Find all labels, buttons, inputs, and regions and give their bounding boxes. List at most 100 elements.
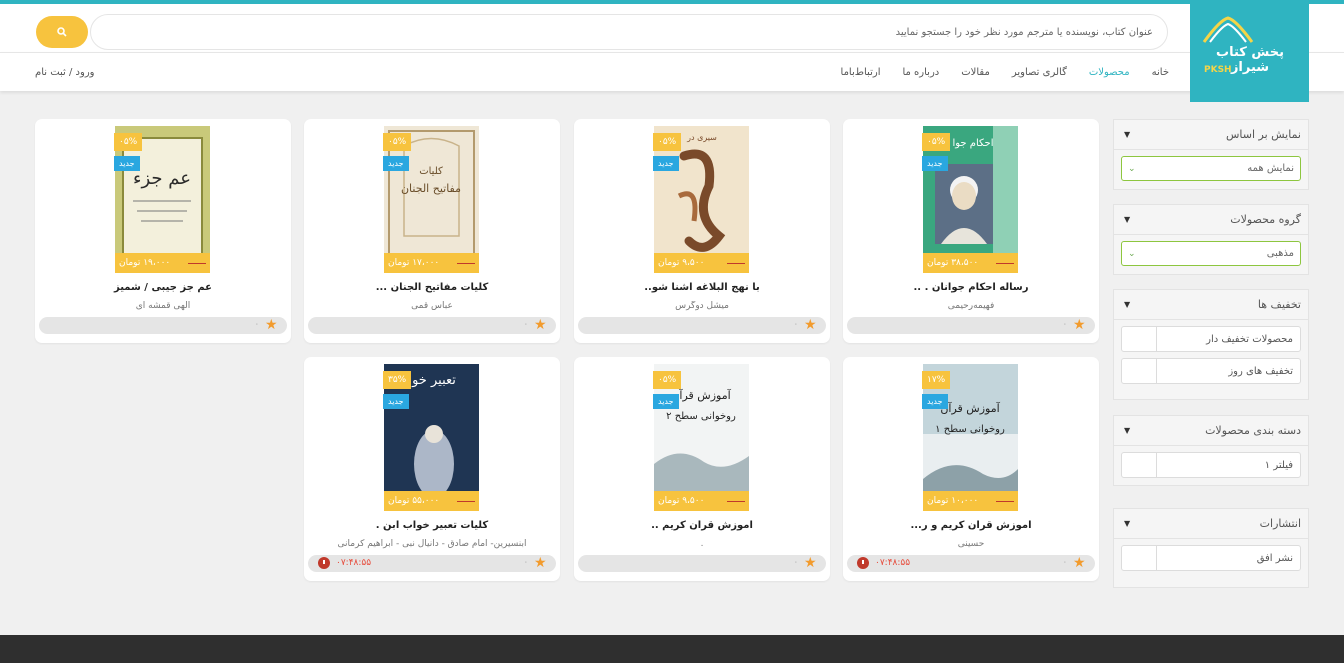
- search-input[interactable]: [153, 15, 1153, 49]
- old-price-strike: ———: [727, 497, 745, 505]
- svg-text:سیری در: سیری در: [686, 133, 717, 142]
- rating-count: ۰: [1063, 320, 1067, 328]
- rating-bar: ★ ۰: [578, 555, 826, 572]
- star-icon[interactable]: ★: [1073, 556, 1086, 570]
- old-price-strike: ———: [457, 497, 475, 505]
- site-logo[interactable]: پخش کتاب شیراز PKSH: [1190, 2, 1309, 102]
- new-badge: جدید: [383, 156, 409, 171]
- price-strip: ۱۷،۰۰۰ تومان ———: [384, 253, 479, 273]
- discount-option-label: محصولات تخفیف دار: [1206, 333, 1293, 345]
- product-price: ۵۵،۰۰۰ تومان: [388, 496, 440, 506]
- product-title[interactable]: آموزش قرآن کریم و ر...: [853, 520, 1089, 531]
- nav-item-products[interactable]: محصولات: [1089, 67, 1130, 78]
- star-icon[interactable]: ★: [534, 556, 547, 570]
- group-select-value: مذهبی: [1266, 248, 1294, 259]
- rating-bar: ★ ۰: [39, 317, 287, 334]
- rating-count: ۰: [524, 558, 528, 566]
- discount-option[interactable]: تخفیف های روز: [1121, 358, 1301, 384]
- search-box: [90, 14, 1168, 50]
- discount-filter-header[interactable]: تخفیف ها ▼: [1114, 290, 1308, 320]
- group-filter: گروه محصولات ▼ مذهبی ⌄: [1113, 204, 1309, 275]
- product-author: فهیمه‌رحیمی: [947, 301, 995, 311]
- rating-count: ۰: [255, 320, 259, 328]
- product-author: میشل دوگرس: [675, 301, 729, 311]
- svg-text:آموزش قرآن: آموزش قرآن: [671, 388, 731, 402]
- publisher-option[interactable]: نشر افق: [1121, 545, 1301, 571]
- product-title[interactable]: کلیات تعبیر خواب ابن .: [314, 520, 550, 531]
- search-button[interactable]: [36, 16, 88, 48]
- book-roof-icon: [1202, 16, 1254, 43]
- old-price-strike: ———: [188, 259, 206, 267]
- category-filter: دسته بندی محصولات ▼ فیلتر ۱: [1113, 415, 1309, 486]
- price-strip: ۹،۵۰۰ تومان ———: [654, 253, 749, 273]
- product-title[interactable]: آموزش قرآن کریم ..: [584, 520, 820, 531]
- product-title[interactable]: عم جز جیبی / شمیز: [45, 282, 281, 293]
- sort-filter-header[interactable]: نمایش بر اساس ▼: [1114, 120, 1308, 150]
- group-select[interactable]: مذهبی ⌄: [1121, 241, 1301, 266]
- chevron-down-icon: ▼: [1124, 300, 1131, 309]
- product-author: ابنسیرین- امام صادق - دانیال نبی - ابراه…: [337, 539, 527, 549]
- price-strip: ۵۵،۰۰۰ تومان ———: [384, 491, 479, 511]
- publisher-filter-header[interactable]: انتشارات ▼: [1114, 509, 1308, 539]
- star-icon[interactable]: ★: [265, 318, 278, 332]
- checkbox[interactable]: [1122, 453, 1157, 477]
- product-title[interactable]: با نهج البلاغه آشنا شو..: [584, 282, 820, 293]
- new-badge: جدید: [922, 394, 948, 409]
- login-register-link[interactable]: ورود / ثبت نام: [35, 67, 95, 78]
- discount-option[interactable]: محصولات تخفیف دار: [1121, 326, 1301, 352]
- chevron-down-icon: ▼: [1124, 519, 1131, 528]
- product-card[interactable]: آموزش قرآن روخوانی سطح ۲ ۰۵% جدید ۹،۵۰۰ …: [574, 357, 830, 581]
- star-icon[interactable]: ★: [1073, 318, 1086, 332]
- nav-item-home[interactable]: خانه: [1152, 67, 1169, 78]
- discount-badge: ۰۵%: [922, 133, 951, 151]
- product-card[interactable]: احکام جوا ۰۵% جدید ۳۸،۵۰۰ تومان ——— رسال…: [843, 119, 1099, 343]
- product-price: ۱۹،۰۰۰ تومان: [119, 258, 171, 268]
- new-badge: جدید: [383, 394, 409, 409]
- product-card[interactable]: عم جزء ۰۵% جدید ۱۹،۰۰۰ تومان ——— عم جز ج…: [35, 119, 291, 343]
- old-price-strike: ———: [727, 259, 745, 267]
- countdown-timer: ۰۷:۴۸:۵۵: [875, 558, 911, 568]
- clock-icon: [318, 557, 330, 569]
- chevron-down-icon: ⌄: [1128, 163, 1136, 174]
- discount-badge: ۰۵%: [383, 133, 412, 151]
- product-author: .: [700, 539, 704, 549]
- product-price: ۹،۵۰۰ تومان: [658, 496, 705, 506]
- checkbox[interactable]: [1122, 546, 1157, 570]
- publisher-option-label: نشر افق: [1256, 552, 1293, 564]
- product-card[interactable]: تعبیر خو ۳۵% جدید ۵۵،۰۰۰ تومان ——— کلیات…: [304, 357, 560, 581]
- product-card[interactable]: آموزش قرآن روخوانی سطح ۱ ۱۷% جدید ۱۰،۰۰۰…: [843, 357, 1099, 581]
- old-price-strike: ———: [996, 497, 1014, 505]
- search-icon: [57, 27, 67, 37]
- product-title[interactable]: رساله احکام جوانان . ..: [853, 282, 1089, 293]
- main-nav: خانه محصولات گالری تصاویر مقالات درباره …: [0, 52, 1344, 91]
- product-author: حسینی: [957, 539, 985, 549]
- star-icon[interactable]: ★: [804, 556, 817, 570]
- checkbox[interactable]: [1122, 327, 1157, 351]
- clock-icon: [857, 557, 869, 569]
- product-price: ۱۰،۰۰۰ تومان: [927, 496, 979, 506]
- star-icon[interactable]: ★: [804, 318, 817, 332]
- category-filter-header[interactable]: دسته بندی محصولات ▼: [1114, 416, 1308, 446]
- product-card[interactable]: کلیات مفاتیح الجنان ۰۵% جدید ۱۷،۰۰۰ توما…: [304, 119, 560, 343]
- rating-count: ۰: [794, 558, 798, 566]
- publisher-filter-title: انتشارات: [1259, 517, 1301, 530]
- sort-select[interactable]: نمایش همه ⌄: [1121, 156, 1301, 181]
- chevron-down-icon: ▼: [1124, 130, 1131, 139]
- product-author: الهی قمشه ای: [135, 301, 191, 311]
- product-card[interactable]: سیری در ۰۵% جدید ۹،۵۰۰ تومان ——— با نهج …: [574, 119, 830, 343]
- nav-item-gallery[interactable]: گالری تصاویر: [1012, 67, 1067, 78]
- new-badge: جدید: [114, 156, 140, 171]
- rating-bar: ★ ۰: [847, 317, 1095, 334]
- new-badge: جدید: [653, 394, 679, 409]
- discount-filter: تخفیف ها ▼ محصولات تخفیف دار تخفیف های ر…: [1113, 289, 1309, 400]
- group-filter-header[interactable]: گروه محصولات ▼: [1114, 205, 1308, 235]
- nav-item-articles[interactable]: مقالات: [961, 67, 990, 78]
- star-icon[interactable]: ★: [534, 318, 547, 332]
- product-title[interactable]: کلیات مفاتیح الجنان ...: [314, 282, 550, 293]
- nav-item-about[interactable]: درباره ما: [902, 67, 939, 78]
- category-option[interactable]: فیلتر ۱: [1121, 452, 1301, 478]
- category-filter-title: دسته بندی محصولات: [1205, 424, 1301, 437]
- discount-badge: ۰۵%: [653, 133, 682, 151]
- checkbox[interactable]: [1122, 359, 1157, 383]
- nav-item-contact[interactable]: ارتباط‌با‌ما: [841, 67, 881, 78]
